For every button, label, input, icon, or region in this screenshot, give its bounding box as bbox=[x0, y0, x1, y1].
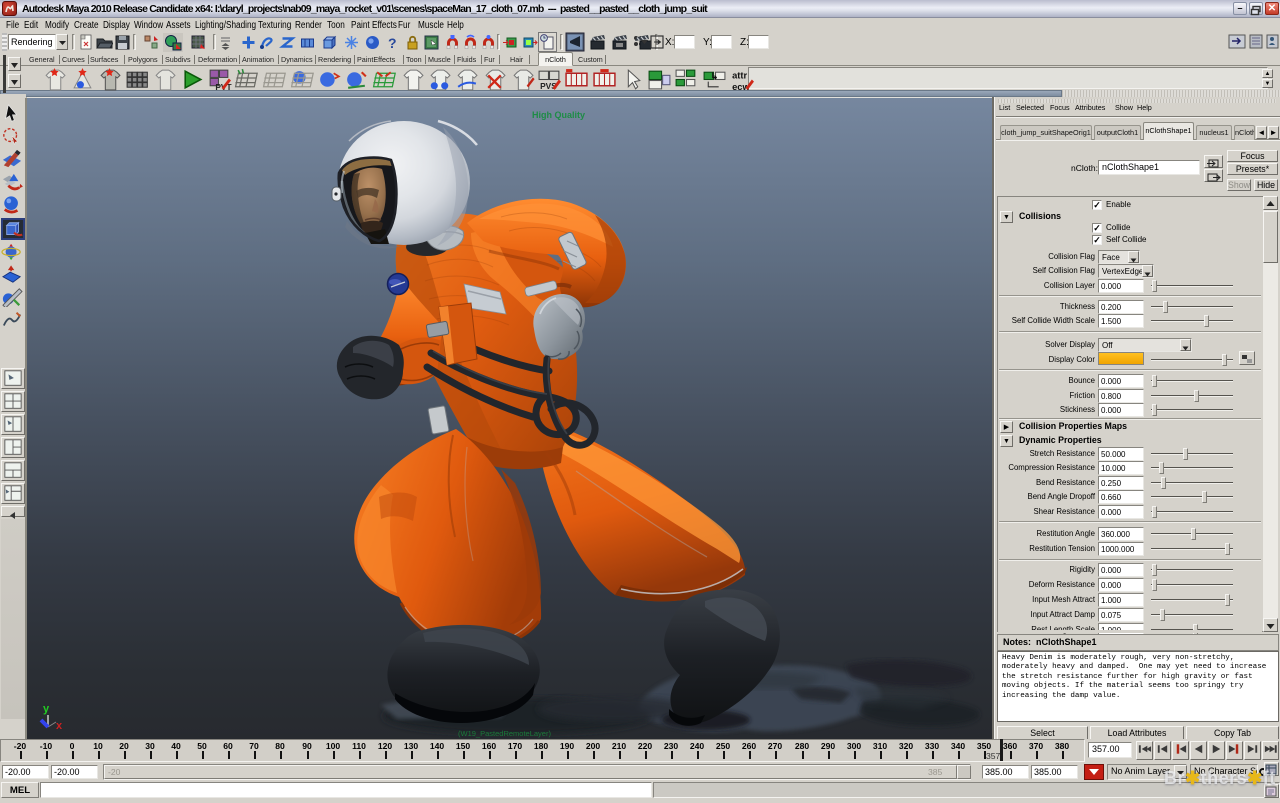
svg-text:↳: ↳ bbox=[710, 72, 718, 82]
svg-text:y: y bbox=[43, 703, 50, 715]
svg-text:?: ? bbox=[388, 35, 397, 51]
svg-text:(W19_PastedRemoteLayer): (W19_PastedRemoteLayer) bbox=[458, 729, 551, 738]
svg-text:x: x bbox=[56, 720, 63, 732]
svg-text:High Quality: High Quality bbox=[532, 110, 585, 120]
svg-text:attr: attr bbox=[732, 70, 747, 80]
